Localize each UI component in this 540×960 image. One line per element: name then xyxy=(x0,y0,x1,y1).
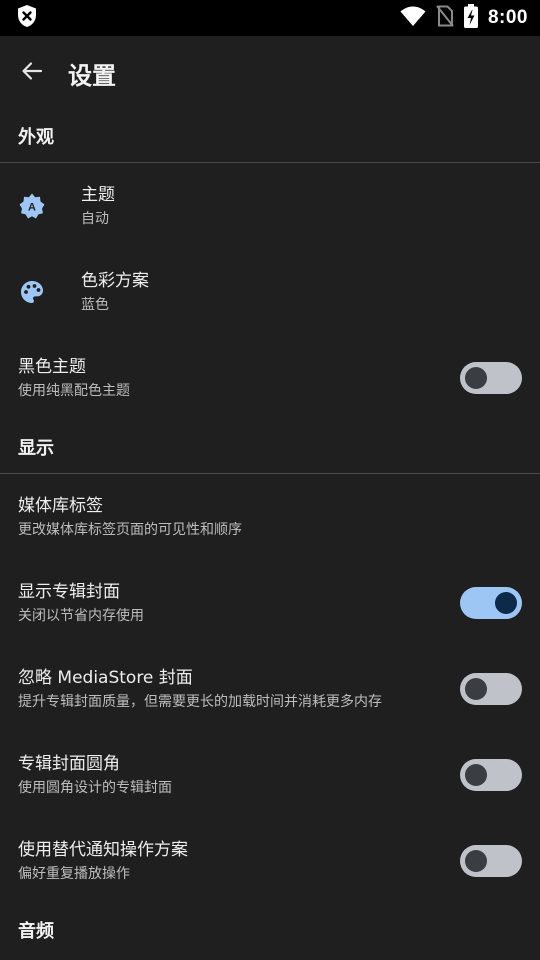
black-theme-switch[interactable] xyxy=(460,362,522,394)
pref-alt-notification-summary: 偏好重复播放操作 xyxy=(18,865,130,882)
app-bar: 设置 xyxy=(0,36,540,110)
arrow-left-icon xyxy=(21,60,43,86)
pref-library-tabs-summary: 更改媒体库标签页面的可见性和顺序 xyxy=(18,521,242,538)
status-bar: 8:00 xyxy=(0,0,540,36)
pref-round-covers[interactable]: 专辑封面圆角 使用圆角设计的专辑封面 xyxy=(0,732,540,818)
switch-thumb xyxy=(465,678,487,700)
svg-text:A: A xyxy=(28,202,36,214)
show-album-art-switch[interactable] xyxy=(460,587,522,619)
section-header-appearance: 外观 xyxy=(18,127,54,148)
section-header-audio: 音频 xyxy=(18,921,54,942)
page-title: 设置 xyxy=(68,61,116,90)
pref-black-theme-summary: 使用纯黑配色主题 xyxy=(18,382,130,399)
pref-round-covers-title: 专辑封面圆角 xyxy=(18,753,120,774)
switch-thumb xyxy=(465,764,487,786)
round-covers-switch[interactable] xyxy=(460,759,522,791)
shield-x-icon xyxy=(16,4,38,32)
pref-ignore-mediastore[interactable]: 忽略 MediaStore 封面 提升专辑封面质量，但需要更长的加载时间并消耗更… xyxy=(0,646,540,732)
pref-color-scheme-summary: 蓝色 xyxy=(81,296,109,313)
theme-brightness-icon: A xyxy=(18,192,46,220)
pref-color-scheme[interactable]: 色彩方案 蓝色 xyxy=(0,249,540,335)
palette-icon xyxy=(18,278,46,306)
pref-round-covers-summary: 使用圆角设计的专辑封面 xyxy=(18,779,172,796)
alt-notification-switch[interactable] xyxy=(460,845,522,877)
pref-show-album-art-title: 显示专辑封面 xyxy=(18,581,120,602)
pref-alt-notification[interactable]: 使用替代通知操作方案 偏好重复播放操作 xyxy=(0,818,540,904)
pref-black-theme[interactable]: 黑色主题 使用纯黑配色主题 xyxy=(0,335,540,421)
switch-thumb xyxy=(465,367,487,389)
pref-alt-notification-title: 使用替代通知操作方案 xyxy=(18,839,188,860)
section-header-display: 显示 xyxy=(18,438,54,459)
no-sim-icon xyxy=(436,5,454,31)
pref-ignore-mediastore-title: 忽略 MediaStore 封面 xyxy=(18,667,193,688)
pref-theme-title: 主题 xyxy=(81,184,115,205)
switch-thumb xyxy=(465,850,487,872)
pref-show-album-art[interactable]: 显示专辑封面 关闭以节省内存使用 xyxy=(0,560,540,646)
pref-color-scheme-title: 色彩方案 xyxy=(81,270,149,291)
wifi-icon xyxy=(400,5,426,31)
switch-thumb xyxy=(495,592,517,614)
pref-library-tabs[interactable]: 媒体库标签 更改媒体库标签页面的可见性和顺序 xyxy=(0,474,540,560)
pref-theme-summary: 自动 xyxy=(81,210,109,227)
pref-black-theme-title: 黑色主题 xyxy=(18,356,86,377)
ignore-mediastore-switch[interactable] xyxy=(460,673,522,705)
status-time: 8:00 xyxy=(487,7,528,28)
pref-ignore-mediastore-summary: 提升专辑封面质量，但需要更长的加载时间并消耗更多内存 xyxy=(18,693,382,710)
back-button[interactable] xyxy=(18,59,46,87)
pref-theme[interactable]: A 主题 自动 xyxy=(0,163,540,249)
pref-library-tabs-title: 媒体库标签 xyxy=(18,495,103,516)
battery-charging-icon xyxy=(463,4,478,32)
pref-show-album-art-summary: 关闭以节省内存使用 xyxy=(18,607,144,624)
